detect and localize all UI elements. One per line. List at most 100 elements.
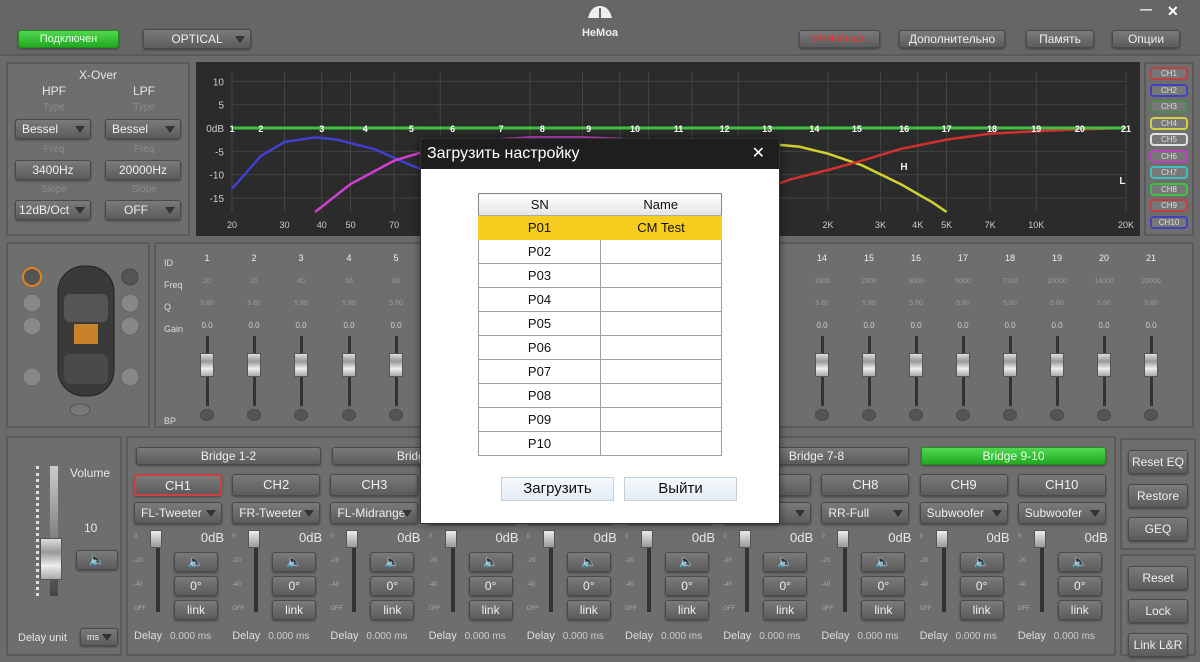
band-bypass-button[interactable] [389,409,403,421]
channel-level-knob[interactable] [150,530,162,548]
legend-ch2[interactable]: CH2 [1150,83,1188,97]
channel-select-button[interactable]: CH3 [330,474,419,496]
channel-mute-button[interactable]: 🔈 [370,552,415,572]
channel-link-button[interactable]: link [566,600,611,620]
column-header-name[interactable]: Name [600,193,722,216]
channel-select-button[interactable]: CH10 [1017,474,1106,496]
legend-ch5[interactable]: CH5 [1150,133,1188,146]
channel-link-button[interactable]: link [763,600,808,620]
channel-link-button[interactable]: link [174,600,218,620]
delay-unit-dropdown[interactable]: ms [80,628,118,646]
channel-link-button[interactable]: link [959,600,1004,620]
channel-delay-value[interactable]: 0.000 ms [563,631,604,642]
band-bypass-button[interactable] [342,409,356,421]
band-freq[interactable]: 3600 [896,272,936,294]
band-slider-knob[interactable] [1097,353,1111,377]
geq-button[interactable]: GEQ [1128,517,1188,541]
band-freq[interactable]: 40 [281,272,321,294]
channel-phase-button[interactable]: 0° [272,576,317,596]
channel-delay-value[interactable]: 0.000 ms [268,631,309,642]
channel-level-knob[interactable] [641,530,653,548]
band-q[interactable]: 5.80 [1084,294,1124,316]
lpf-type-dropdown[interactable]: Bessel [105,119,181,139]
channel-delay-value[interactable]: 0.000 ms [661,631,702,642]
input-source-dropdown[interactable]: OPTICAL [143,29,251,49]
band-freq[interactable]: 56 [329,272,369,294]
band-gain[interactable]: 0.0 [802,316,842,338]
channel-select-button[interactable]: CH2 [232,474,321,496]
band-q[interactable]: 5.80 [990,294,1030,316]
legend-ch9[interactable]: CH9 [1150,199,1188,212]
channel-delay-value[interactable]: 0.000 ms [465,631,506,642]
band-gain[interactable]: 0.0 [187,316,227,338]
band-slider-knob[interactable] [1003,353,1017,377]
channel-delay-value[interactable]: 0.000 ms [170,631,211,642]
band-gain[interactable]: 0.0 [1037,316,1077,338]
legend-ch6[interactable]: CH6 [1150,149,1188,163]
band-gain[interactable]: 0.0 [281,316,321,338]
channel-mute-button[interactable]: 🔈 [861,552,906,572]
reset-button[interactable]: Reset [1128,566,1188,590]
channel-level-knob[interactable] [444,530,457,548]
preset-row[interactable]: P05 [478,311,722,336]
speaker-type-dropdown[interactable]: RR-Full [821,502,910,524]
channel-delay-value[interactable]: 0.000 ms [956,631,997,642]
band-bypass-button[interactable] [200,409,214,421]
lock-button[interactable]: Lock [1128,599,1188,623]
band-q[interactable]: 5.80 [187,294,227,316]
band-q[interactable]: 5.80 [234,294,274,316]
band-freq[interactable]: 7100 [990,272,1030,294]
channel-delay-value[interactable]: 0.000 ms [1054,631,1095,642]
band-freq[interactable]: 20000 [1131,272,1171,294]
channel-delay-value[interactable]: 0.000 ms [759,631,800,642]
band-slider-knob[interactable] [815,353,829,377]
band-q[interactable]: 5.80 [281,294,321,316]
legend-ch8[interactable]: CH8 [1150,182,1188,196]
band-q[interactable]: 5.80 [943,294,983,316]
band-freq[interactable]: 10000 [1037,272,1077,294]
advanced-button[interactable]: Дополнительно [899,30,1005,48]
channel-mute-button[interactable]: 🔈 [272,552,317,572]
band-q[interactable]: 5.80 [376,294,416,316]
bridge-1-2-button[interactable]: Bridge 1-2 [136,447,321,465]
band-freq[interactable]: 25 [234,272,274,294]
hpf-slope-dropdown[interactable]: 12dB/Oct [15,200,91,220]
band-gain[interactable]: 0.0 [849,316,889,338]
band-gain[interactable]: 0.0 [990,316,1030,338]
link-lr-button[interactable]: Link L&R [1128,633,1188,657]
bridge-9-10-button[interactable]: Bridge 9-10 [921,447,1106,465]
band-slider-knob[interactable] [909,353,923,377]
channel-mute-button[interactable]: 🔈 [763,552,808,572]
preset-row[interactable]: P01 CM Test [478,215,722,240]
band-gain[interactable]: 0.0 [943,316,983,338]
band-bypass-button[interactable] [815,409,829,421]
channel-phase-button[interactable]: 0° [370,576,415,596]
memory-button[interactable]: Память [1026,30,1094,48]
band-slider-knob[interactable] [200,353,214,377]
speaker-type-dropdown[interactable]: FL-Tweeter [134,502,222,524]
legend-ch7[interactable]: CH7 [1150,166,1188,179]
options-button[interactable]: Опции [1112,30,1180,48]
lpf-slope-dropdown[interactable]: OFF [105,200,181,220]
preset-row[interactable]: P06 [478,335,722,360]
band-slider-knob[interactable] [1144,353,1158,377]
reset-eq-button[interactable]: Reset EQ [1128,450,1188,474]
preset-row[interactable]: P03 [478,263,722,288]
volume-slider-knob[interactable] [40,538,62,580]
band-freq[interactable]: 14000 [1084,272,1124,294]
channel-select-button[interactable]: CH1 [134,474,222,496]
band-freq[interactable]: 2500 [849,272,889,294]
band-bypass-button[interactable] [294,409,308,421]
band-gain[interactable]: 0.0 [1131,316,1171,338]
band-q[interactable]: 5.80 [329,294,369,316]
channel-phase-button[interactable]: 0° [468,576,513,596]
preset-row[interactable]: P02 [478,239,722,264]
channel-level-knob[interactable] [837,530,850,548]
channel-phase-button[interactable]: 0° [566,576,611,596]
channel-link-button[interactable]: link [370,600,415,620]
band-bypass-button[interactable] [956,409,970,421]
band-bypass-button[interactable] [1144,409,1158,421]
channel-level-knob[interactable] [739,530,752,548]
channel-level-knob[interactable] [542,530,555,548]
legend-ch4[interactable]: CH4 [1150,116,1188,130]
